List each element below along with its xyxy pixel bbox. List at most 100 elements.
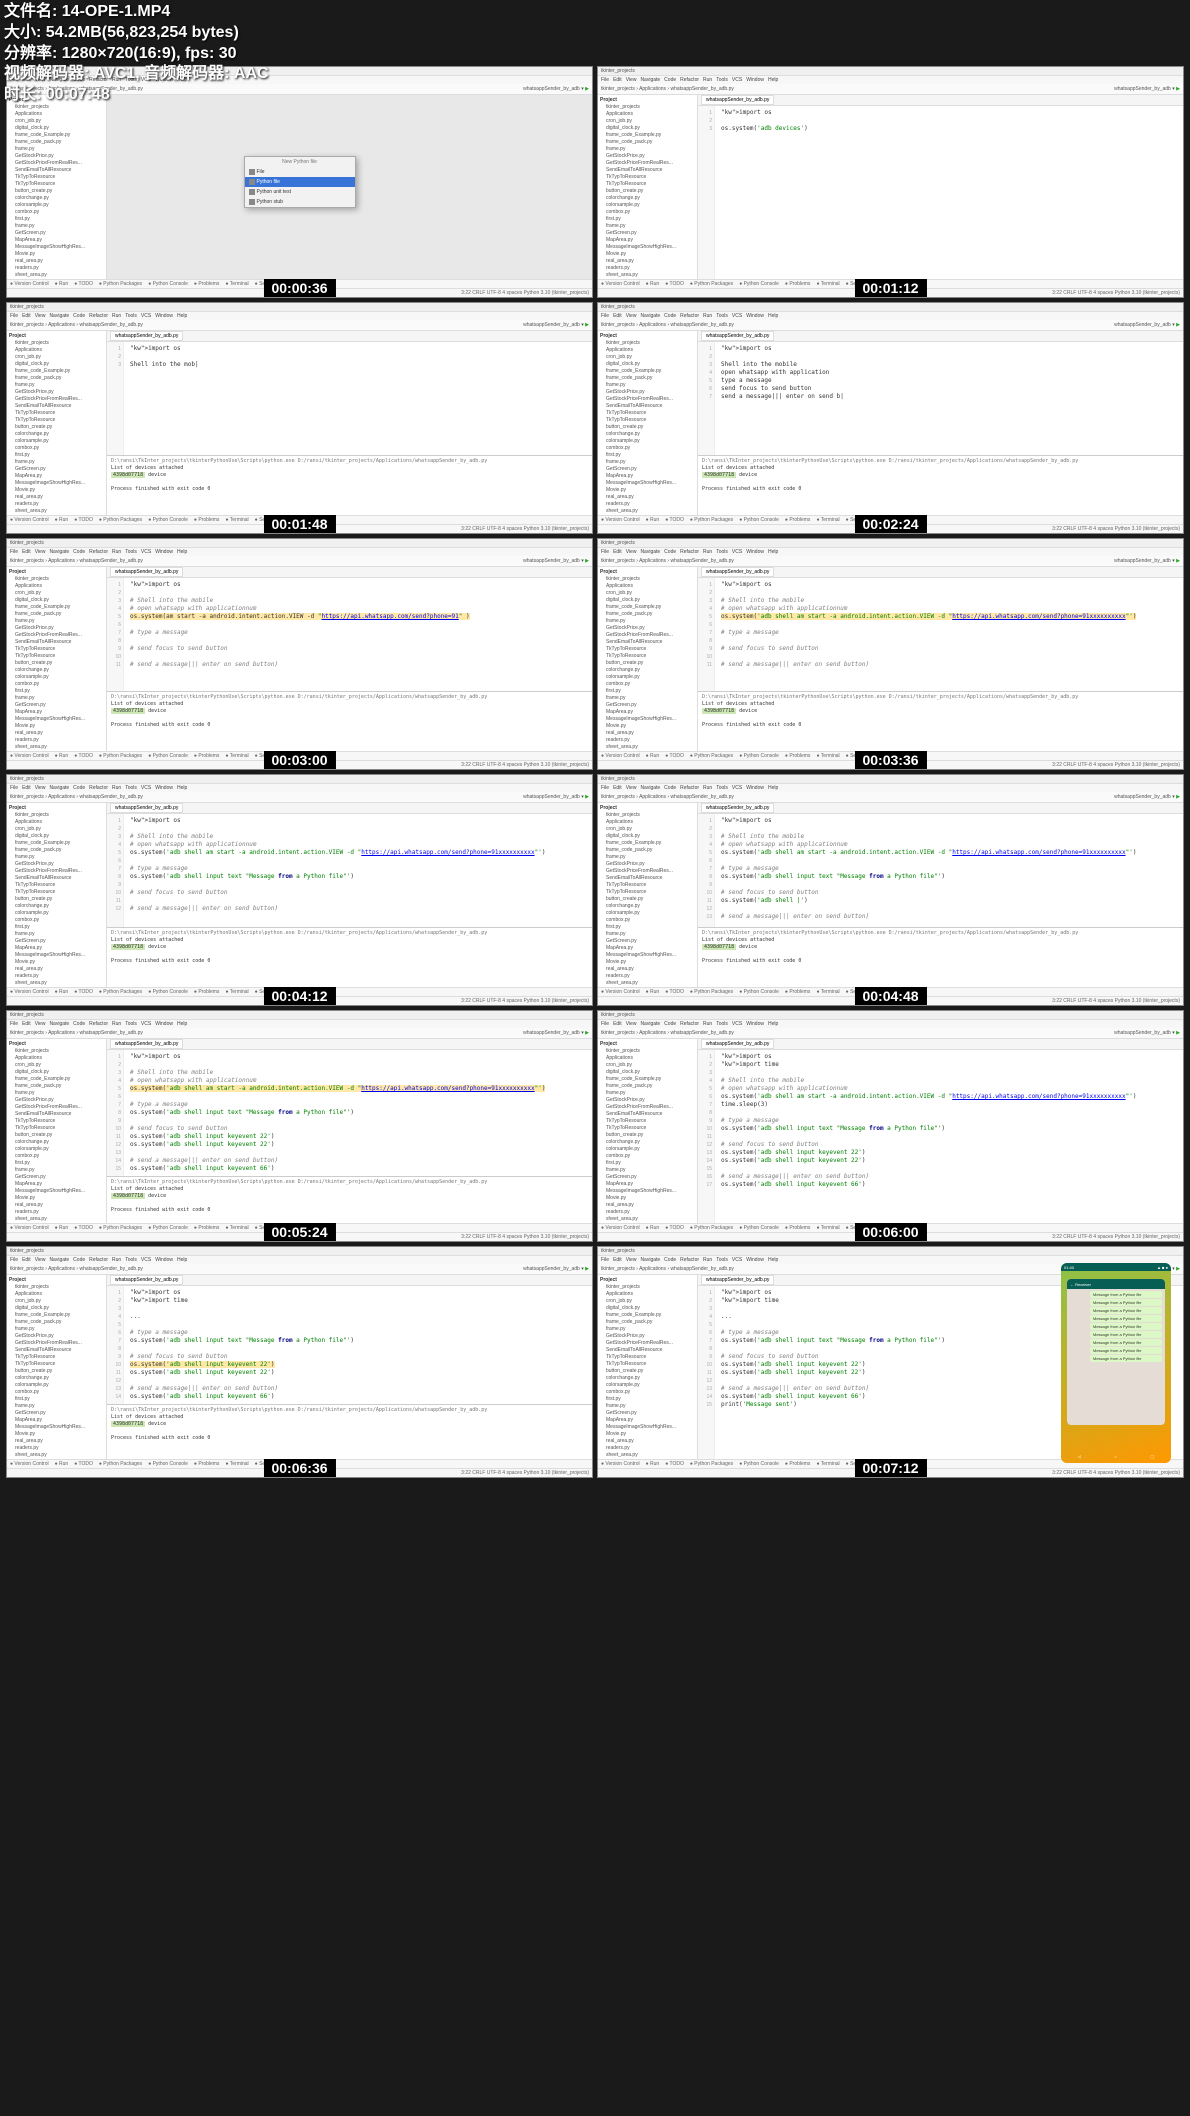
menu-item[interactable]: File <box>10 1257 18 1263</box>
tree-item[interactable]: MapArea.py <box>600 945 695 952</box>
tool-window-tab[interactable]: ● Terminal <box>225 753 248 759</box>
menu-item[interactable]: Window <box>746 1021 764 1027</box>
tree-item[interactable]: GetStockPriceFromRealRes... <box>600 396 695 403</box>
tree-item[interactable]: sheet_area.py <box>9 1452 104 1459</box>
tree-item[interactable]: first.py <box>600 1160 695 1167</box>
tree-item[interactable]: TkTypToResource <box>600 1354 695 1361</box>
tree-item[interactable]: frame.py <box>600 931 695 938</box>
menu-item[interactable]: Help <box>768 785 778 791</box>
tool-window-tab[interactable]: ● Problems <box>194 1461 220 1467</box>
tree-item[interactable]: GetStockPrice.py <box>600 389 695 396</box>
tree-item[interactable]: readers.py <box>9 737 104 744</box>
tree-item[interactable]: frame_code_Example.py <box>9 132 104 139</box>
tree-item[interactable]: button_create.py <box>600 188 695 195</box>
code-editor[interactable]: "kw">import os # Shell into the mobile #… <box>124 814 592 927</box>
tool-window-tab[interactable]: ● Python Console <box>148 1225 188 1231</box>
tree-item[interactable]: SendEmailToAllResource <box>9 403 104 410</box>
menu-item[interactable]: View <box>626 313 637 319</box>
tree-item[interactable]: cron_job.py <box>9 1298 104 1305</box>
tree-item[interactable]: colorchange.py <box>600 431 695 438</box>
menu-item[interactable]: Run <box>703 77 712 83</box>
tree-item[interactable]: SendEmailToAllResource <box>9 875 104 882</box>
tool-window-tab[interactable]: ● Version Control <box>601 989 640 995</box>
menu-item[interactable]: Tools <box>716 785 728 791</box>
run-config-selector[interactable]: whatsappSender_by_adb ▾ <box>523 794 584 800</box>
menu-item[interactable]: Code <box>73 313 85 319</box>
tree-item[interactable]: combox.py <box>600 917 695 924</box>
tree-item[interactable]: sheet_area.py <box>600 508 695 515</box>
menu-item[interactable]: Run <box>112 549 121 555</box>
tool-window-tab[interactable]: ● Problems <box>785 1225 811 1231</box>
tree-item[interactable]: colorchange.py <box>600 1139 695 1146</box>
tree-item[interactable]: frame_code_Example.py <box>9 604 104 611</box>
tree-item[interactable]: frame_code_pack.py <box>600 1083 695 1090</box>
menu-item[interactable]: Run <box>703 313 712 319</box>
run-icon[interactable]: ▶ <box>1176 86 1180 92</box>
tree-item[interactable]: TkTypToResource <box>600 1125 695 1132</box>
menu-item[interactable]: Tools <box>125 549 137 555</box>
tree-item[interactable]: cron_job.py <box>600 826 695 833</box>
code-editor[interactable]: "kw">import os "kw">import time # Shell … <box>715 1050 1183 1223</box>
tool-window-tab[interactable]: ● TODO <box>665 1225 684 1231</box>
tree-item[interactable]: frame_code_Example.py <box>9 1312 104 1319</box>
menu-item[interactable]: Help <box>177 549 187 555</box>
tool-window-tab[interactable]: ● Terminal <box>816 1225 839 1231</box>
tool-window-tab[interactable]: ● Version Control <box>10 1225 49 1231</box>
menu-item[interactable]: Run <box>703 1257 712 1263</box>
tree-item[interactable]: TkTypToResource <box>9 882 104 889</box>
tool-window-tab[interactable]: ● Terminal <box>225 989 248 995</box>
run-icon[interactable]: ▶ <box>1176 794 1180 800</box>
tree-item[interactable]: readers.py <box>9 1209 104 1216</box>
code-editor[interactable]: "kw">import os "kw">import time ... # ty… <box>124 1286 592 1404</box>
tree-item[interactable]: SendEmailToAllResource <box>9 1111 104 1118</box>
tree-item[interactable]: colorchange.py <box>9 903 104 910</box>
editor-tab[interactable]: whatsappSender_by_adb.py <box>701 567 774 577</box>
tool-window-tab[interactable]: ● Python Console <box>148 989 188 995</box>
menu-item[interactable]: Tools <box>125 785 137 791</box>
tree-item[interactable]: tkinter_projects <box>9 812 104 819</box>
tree-item[interactable]: combox.py <box>9 209 104 216</box>
menu-item[interactable]: Edit <box>613 1021 622 1027</box>
menu-item[interactable]: File <box>601 785 609 791</box>
menu-item[interactable]: File <box>10 549 18 555</box>
tree-item[interactable]: TkTypToResource <box>600 889 695 896</box>
tree-item[interactable]: frame.py <box>9 854 104 861</box>
tree-item[interactable]: button_create.py <box>9 1368 104 1375</box>
tool-window-tab[interactable]: ● TODO <box>665 753 684 759</box>
tool-window-tab[interactable]: ● Terminal <box>816 989 839 995</box>
code-editor[interactable]: "kw">import os Shell into the mob| <box>124 342 592 455</box>
dialog-option[interactable]: Python unit test <box>245 187 355 197</box>
tool-window-tab[interactable]: ● Terminal <box>225 281 248 287</box>
editor-tab[interactable]: whatsappSender_by_adb.py <box>110 1039 183 1049</box>
tree-item[interactable]: tkinter_projects <box>600 576 695 583</box>
tree-item[interactable]: MessageImageShowHighRes... <box>600 244 695 251</box>
tool-window-tab[interactable]: ● TODO <box>74 1461 93 1467</box>
tree-item[interactable]: Applications <box>600 583 695 590</box>
breadcrumb[interactable]: tkinter_projects › Applications › whatsa… <box>601 794 734 800</box>
run-icon[interactable]: ▶ <box>585 322 589 328</box>
tree-item[interactable]: colorsample.py <box>600 438 695 445</box>
tree-item[interactable]: MessageImageShowHighRes... <box>600 480 695 487</box>
run-console[interactable]: D:\ransi\TkInter_projects\tkinterPythonU… <box>107 927 592 987</box>
tree-item[interactable]: sheet_area.py <box>9 1216 104 1223</box>
tree-item[interactable]: colorchange.py <box>600 903 695 910</box>
tool-window-tab[interactable]: ● Python Console <box>739 517 779 523</box>
tool-window-tab[interactable]: ● Terminal <box>225 517 248 523</box>
menu-item[interactable]: Tools <box>125 313 137 319</box>
dialog-option[interactable]: Python stub <box>245 197 355 207</box>
tree-item[interactable]: frame.py <box>600 146 695 153</box>
tree-item[interactable]: frame_code_pack.py <box>9 611 104 618</box>
tool-window-tab[interactable]: ● Python Console <box>739 1225 779 1231</box>
menu-item[interactable]: Navigate <box>49 785 69 791</box>
tool-window-tab[interactable]: ● TODO <box>74 753 93 759</box>
tree-item[interactable]: frame.py <box>9 618 104 625</box>
menu-item[interactable]: Tools <box>716 313 728 319</box>
tree-item[interactable]: colorchange.py <box>600 195 695 202</box>
tree-item[interactable]: Applications <box>600 111 695 118</box>
menu-item[interactable]: VCS <box>732 549 742 555</box>
tree-item[interactable]: GetStockPriceFromRealRes... <box>9 396 104 403</box>
run-config-selector[interactable]: whatsappSender_by_adb ▾ <box>523 1030 584 1036</box>
tool-window-tab[interactable]: ● Python Console <box>148 753 188 759</box>
tree-item[interactable]: Applications <box>9 819 104 826</box>
code-editor[interactable]: "kw">import os # Shell into the mobile #… <box>124 578 592 691</box>
